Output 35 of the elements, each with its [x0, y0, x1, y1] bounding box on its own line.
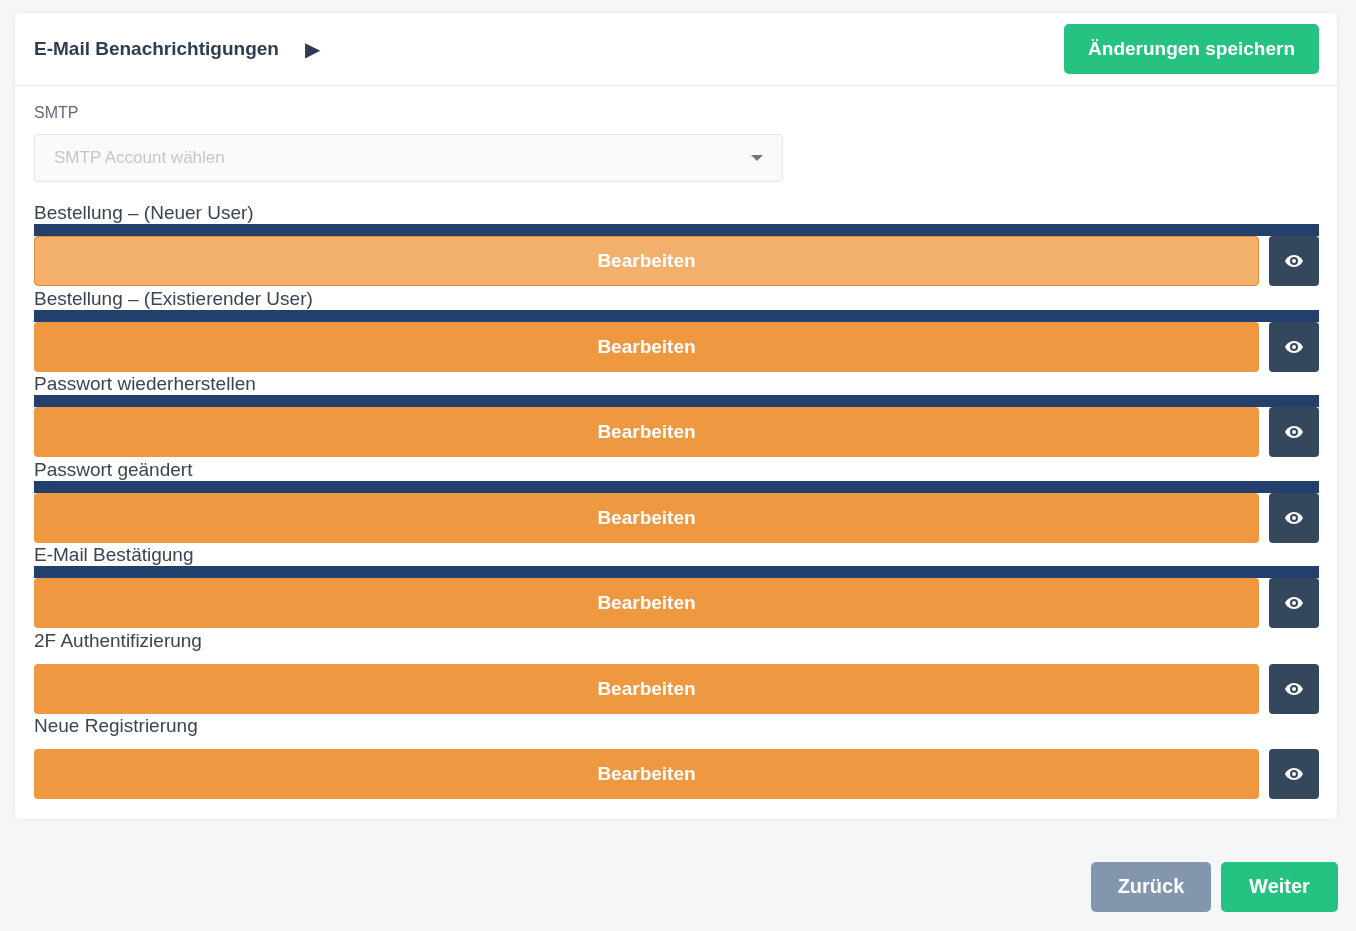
eye-icon	[1285, 768, 1303, 780]
preview-button[interactable]	[1269, 578, 1319, 628]
save-button[interactable]: Änderungen speichern	[1064, 24, 1319, 74]
preview-button[interactable]	[1269, 492, 1319, 543]
template-label: E-Mail Bestätigung	[34, 544, 195, 566]
preview-button[interactable]	[1269, 407, 1319, 457]
edit-button[interactable]: Bearbeiten	[34, 407, 1259, 457]
preview-button[interactable]	[1269, 321, 1319, 372]
caret-icon	[751, 155, 763, 161]
template-label: Passwort geändert	[34, 458, 194, 481]
template-label: 2F Authentifizierung	[34, 629, 203, 652]
eye-icon	[1285, 255, 1303, 267]
card-title: E-Mail Benachrichtigungen	[34, 38, 279, 60]
template-label: Bestellung – (Neuer User)	[34, 202, 255, 224]
next-button[interactable]: Weiter	[1221, 861, 1338, 912]
back-button[interactable]: Zurück	[1091, 861, 1211, 912]
edit-button[interactable]: Bearbeiten	[34, 578, 1259, 628]
template-label: Passwort wiederherstellen	[34, 373, 257, 395]
preview-button[interactable]	[1269, 663, 1319, 714]
template-label: Bestellung – (Existierender User)	[34, 287, 314, 310]
edit-button[interactable]: Bearbeiten	[34, 749, 1259, 799]
eye-icon	[1285, 426, 1303, 438]
template-label: Neue Registrierung	[34, 715, 199, 737]
preview-button[interactable]	[1269, 749, 1319, 799]
smtp-label: SMTP	[34, 104, 80, 122]
eye-icon	[1285, 682, 1303, 695]
eye-icon	[1285, 340, 1303, 353]
edit-button[interactable]: Bearbeiten	[34, 236, 1259, 286]
edit-button[interactable]: Bearbeiten	[34, 321, 1259, 372]
preview-button[interactable]	[1269, 236, 1319, 286]
eye-icon	[1285, 511, 1303, 524]
eye-icon	[1285, 597, 1303, 609]
edit-button[interactable]: Bearbeiten	[34, 663, 1259, 714]
play-icon[interactable]: ▶	[304, 39, 320, 59]
edit-button[interactable]: Bearbeiten	[34, 492, 1259, 543]
